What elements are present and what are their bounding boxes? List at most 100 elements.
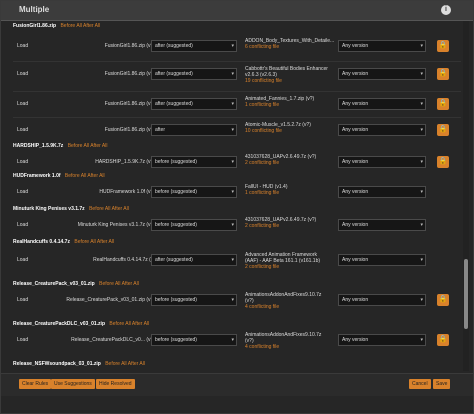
group-order-options[interactable]: Before All After All: [68, 143, 108, 149]
group-name: Minuturk King Penises v3.1.7z: [13, 206, 85, 212]
group-header: Release_NSFWsoundpack_03_01.zip Before A…: [13, 359, 145, 369]
rule-row: Load HUDFramework 1.0f (v?) before (sugg…: [13, 183, 461, 205]
load-label: Load: [17, 189, 29, 195]
version-select[interactable]: Any version ▾: [338, 68, 426, 80]
info-icon[interactable]: i: [441, 5, 451, 15]
group-order-options[interactable]: Before All After All: [60, 23, 100, 29]
lock-icon[interactable]: 🔒: [437, 334, 449, 346]
chevron-down-icon: ▾: [231, 222, 234, 228]
order-select[interactable]: before (suggested) ▾: [151, 294, 237, 306]
load-label: Load: [17, 127, 29, 133]
order-select[interactable]: after (suggested) ▾: [151, 98, 237, 110]
version-select[interactable]: Any version ▾: [338, 219, 426, 231]
group-name: Release_CreaturePack_v03_01.zip: [13, 281, 95, 287]
source-file: FusionGirl1.86.zip (v?): [104, 71, 155, 77]
group-name: RealHandcuffs 0.4.14.7z: [13, 239, 70, 245]
lock-icon[interactable]: 🔒: [437, 68, 449, 80]
target-mod: AnimationsAddonAndFixes9.10.7z (v?) 4 conf…: [245, 292, 337, 310]
order-select[interactable]: before (suggested) ▾: [151, 219, 237, 231]
group-order-options[interactable]: Before All After All: [89, 206, 129, 212]
source-file: FusionGirl1.86.zip (v?): [104, 101, 155, 107]
order-select[interactable]: before (suggested) ▾: [151, 334, 237, 346]
load-label: Load: [17, 43, 29, 49]
conflict-count[interactable]: 6 conflicting file: [245, 44, 337, 50]
conflict-count[interactable]: 2 conflicting file: [245, 160, 337, 166]
order-select[interactable]: after (suggested) ▾: [151, 40, 237, 52]
save-button[interactable]: Save: [433, 379, 451, 389]
rule-row: Load Release_CreaturePackDLC_v0... (v?) …: [13, 331, 461, 353]
scrollbar-thumb[interactable]: [464, 259, 468, 329]
use-suggestions-button[interactable]: Use Suggestions: [51, 379, 95, 389]
target-mod: Cabbottr's Beautiful Bodies Enhancer v2.6…: [245, 66, 337, 84]
group-name: Release_CreaturePackDLC_v03_01.zip: [13, 321, 105, 327]
target-mod: AnimationsAddonAndFixes9.10.7z (v?) 4 conf…: [245, 332, 337, 350]
source-file: Release_CreaturePack_v03_01.zip (v?): [66, 297, 155, 303]
lock-icon[interactable]: 🔒: [437, 124, 449, 136]
rule-row: Load FusionGirl1.86.zip (v?) after (sugg…: [13, 65, 461, 87]
chevron-down-icon: ▾: [420, 337, 423, 343]
group-order-options[interactable]: Before All After All: [99, 281, 139, 287]
order-select[interactable]: after (suggested) ▾: [151, 254, 237, 266]
target-mod: FallUI - HUD (v1.4) 1 conflicting file: [245, 184, 337, 196]
version-select[interactable]: Any version ▾: [338, 254, 426, 266]
source-file: Minuturk King Penises v3.1.7z (v?): [77, 222, 155, 228]
conflict-count[interactable]: 1 conflicting file: [245, 102, 337, 108]
version-select[interactable]: Any version ▾: [338, 98, 426, 110]
load-label: Load: [17, 71, 29, 77]
load-label: Load: [17, 159, 29, 165]
version-select[interactable]: Any version ▾: [338, 40, 426, 52]
group-order-options[interactable]: Before All After All: [74, 239, 114, 245]
group-order-options[interactable]: Before All After All: [65, 173, 105, 179]
chevron-down-icon: ▾: [231, 297, 234, 303]
version-select[interactable]: Any version ▾: [338, 334, 426, 346]
order-select[interactable]: after (suggested) ▾: [151, 68, 237, 80]
group-order-options[interactable]: Before All After All: [109, 321, 149, 327]
version-select[interactable]: Any version ▾: [338, 186, 426, 198]
lock-icon[interactable]: 🔒: [437, 156, 449, 168]
dialog-footer: Clear Rules Use Suggestions Hide Resolve…: [1, 373, 473, 396]
chevron-down-icon: ▾: [231, 189, 234, 195]
chevron-down-icon: ▾: [231, 337, 234, 343]
order-select[interactable]: before (suggested) ▾: [151, 156, 237, 168]
version-select[interactable]: Any version ▾: [338, 294, 426, 306]
conflict-count[interactable]: 2 conflicting file: [245, 223, 337, 229]
chevron-down-icon: ▾: [420, 101, 423, 107]
chevron-down-icon: ▾: [231, 127, 234, 133]
group-header: HARDSHIP_1.5.9K.7z Before All After All: [13, 141, 107, 151]
order-select[interactable]: after ▾: [151, 124, 237, 136]
lock-icon[interactable]: 🔒: [437, 40, 449, 52]
lock-icon[interactable]: 🔒: [437, 98, 449, 110]
group-name: HARDSHIP_1.5.9K.7z: [13, 143, 64, 149]
chevron-down-icon: ▾: [231, 71, 234, 77]
group-header: HUDFramework 1.0f Before All After All: [13, 171, 105, 181]
conflict-count[interactable]: 19 conflicting file: [245, 78, 337, 84]
lock-icon[interactable]: 🔒: [437, 294, 449, 306]
divider: [13, 91, 461, 92]
chevron-down-icon: ▾: [231, 159, 234, 165]
hide-resolved-button[interactable]: Hide Resolved: [96, 379, 135, 389]
group-header: FusionGirl1.86.zip Before All After All: [13, 21, 100, 31]
titlebar: Multiple i: [1, 1, 473, 21]
order-select[interactable]: before (suggested) ▾: [151, 186, 237, 198]
group-order-options[interactable]: Before All After All: [105, 361, 145, 367]
target-mod: 431037628_UAPv2.6.49.7z (v?) 2 conflictin…: [245, 154, 337, 166]
divider: [13, 117, 461, 118]
conflict-count[interactable]: 2 conflicting file: [245, 264, 337, 270]
chevron-down-icon: ▾: [231, 43, 234, 49]
version-select[interactable]: Any version ▾: [338, 124, 426, 136]
version-select[interactable]: Any version ▾: [338, 156, 426, 168]
load-label: Load: [17, 101, 29, 107]
conflict-count[interactable]: 4 conflicting file: [245, 344, 337, 350]
conflict-count[interactable]: 4 conflicting file: [245, 304, 337, 310]
conflict-count[interactable]: 10 conflicting file: [245, 128, 337, 134]
cancel-button[interactable]: Cancel: [409, 379, 431, 389]
source-file: FusionGirl1.86.zip (v?): [104, 127, 155, 133]
source-file: RealHandcuffs 0.4.14.7z (v): [93, 257, 155, 263]
clear-rules-button[interactable]: Clear Rules: [19, 379, 52, 389]
chevron-down-icon: ▾: [420, 222, 423, 228]
chevron-down-icon: ▾: [231, 257, 234, 263]
group-name: HUDFramework 1.0f: [13, 173, 61, 179]
source-file: HARDSHIP_1.5.9K.7z (v?): [95, 159, 155, 165]
conflict-count[interactable]: 1 conflicting file: [245, 190, 337, 196]
target-mod: ADDON_Body_Textures_With_Detaile... 6 con…: [245, 38, 337, 50]
